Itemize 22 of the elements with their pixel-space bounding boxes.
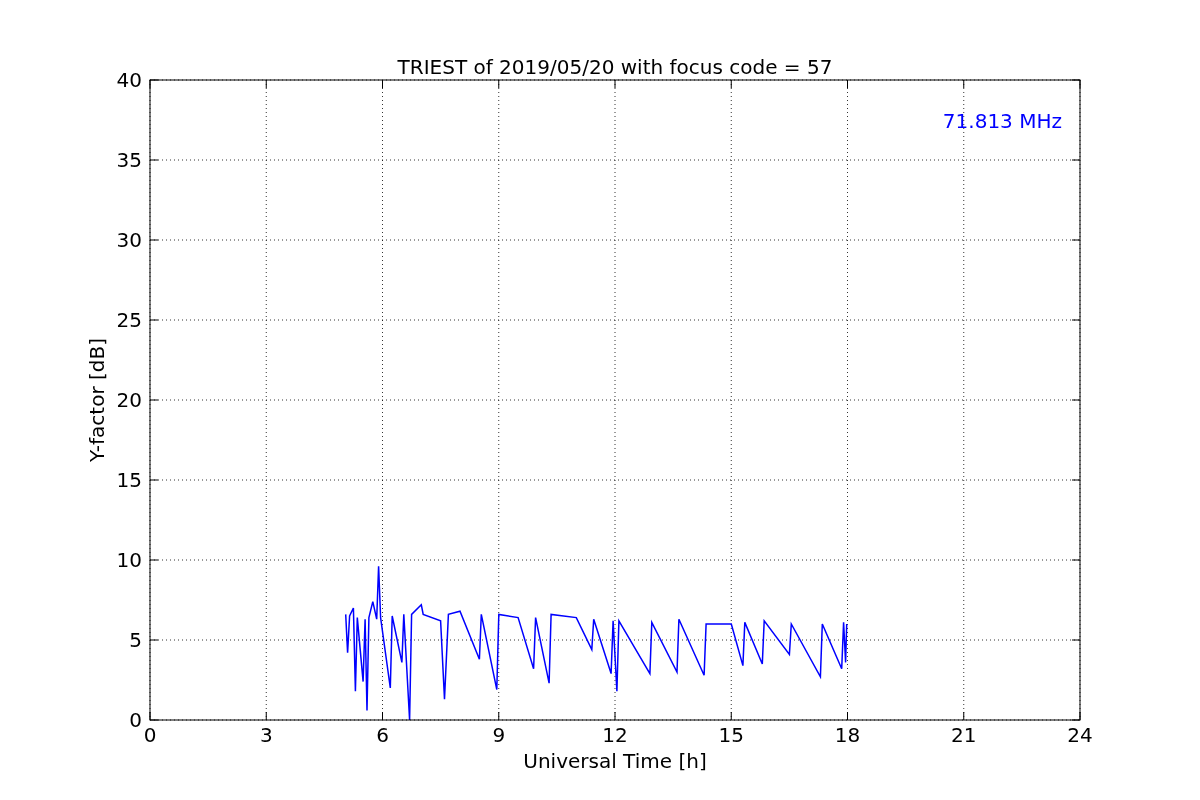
y-tick-label: 5 bbox=[129, 628, 142, 652]
y-axis-label: Y-factor [dB] bbox=[85, 338, 109, 462]
y-tick-label: 25 bbox=[116, 308, 142, 332]
x-tick-label: 0 bbox=[143, 723, 157, 747]
y-tick-label: 0 bbox=[129, 708, 142, 732]
y-tick-label: 20 bbox=[116, 388, 142, 412]
x-tick-label: 24 bbox=[1067, 723, 1093, 747]
y-tick-label: 30 bbox=[116, 228, 142, 252]
y-tick-label: 10 bbox=[116, 548, 142, 572]
y-tick-label: 40 bbox=[116, 68, 142, 92]
y-tick-label: 15 bbox=[116, 468, 142, 492]
x-tick-label: 9 bbox=[492, 723, 506, 747]
x-tick-label: 18 bbox=[834, 723, 861, 747]
x-tick-label: 12 bbox=[602, 723, 628, 747]
x-tick-label: 15 bbox=[718, 723, 744, 747]
chart-title: TRIEST of 2019/05/20 with focus code = 57 bbox=[397, 55, 833, 79]
x-tick-label: 21 bbox=[951, 723, 977, 747]
x-tick-label: 3 bbox=[259, 723, 273, 747]
x-axis-label: Universal Time [h] bbox=[523, 749, 707, 773]
x-tick-label: 6 bbox=[376, 723, 389, 747]
y-tick-label: 35 bbox=[116, 148, 142, 172]
series-label: 71.813 MHz bbox=[942, 109, 1062, 133]
